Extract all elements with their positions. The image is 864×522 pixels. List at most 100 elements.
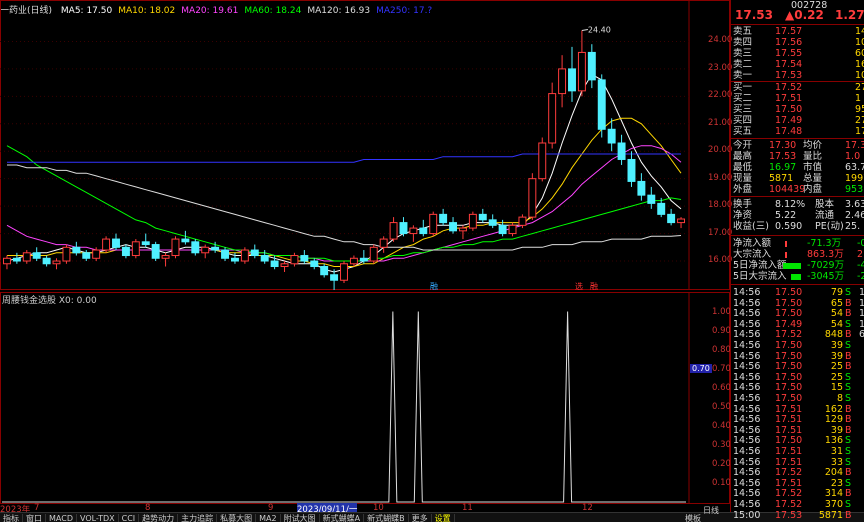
panel-divider <box>731 284 864 285</box>
candle <box>637 173 646 201</box>
candle <box>399 217 408 237</box>
candle <box>191 239 200 256</box>
template-tab[interactable]: 模板 <box>682 513 704 522</box>
panel-row: 收益(三) 0.590 PE(动) 25. <box>731 221 864 233</box>
stat-label: 内盘 <box>803 184 823 195</box>
candle <box>568 46 576 102</box>
candle <box>112 233 120 251</box>
candle <box>102 236 111 253</box>
candle <box>449 217 458 234</box>
candle <box>42 255 51 267</box>
tab-9[interactable]: 附试大图 <box>280 514 320 522</box>
candle <box>221 247 230 262</box>
flow-label: 5日大宗流入 <box>733 271 787 282</box>
indicator-title: 周腰钱金选股 X0: 0.00 <box>2 296 97 306</box>
stat-value: 104439 <box>769 184 806 195</box>
candle <box>597 74 606 138</box>
tab-11[interactable]: 新式蝴蝶B <box>364 514 409 522</box>
quote-panel: 00272817.53▲0.221.27%卖五17.5714卖四17.5610卖… <box>703 0 864 521</box>
period-tab[interactable]: 日线 <box>703 505 719 516</box>
tick-side: B <box>845 509 852 521</box>
flow-value: -3045万 <box>807 271 845 282</box>
stat-value: 0.590 <box>775 221 803 232</box>
stat-label: PE(动) <box>815 221 844 232</box>
flow-bar <box>783 263 801 269</box>
tab-2[interactable]: MACD <box>46 514 77 522</box>
candle <box>141 233 150 248</box>
tab-7[interactable]: 私募大图 <box>217 514 257 522</box>
event-mark: 融 <box>430 281 438 290</box>
tab-5[interactable]: 趋势动力 <box>139 514 179 522</box>
panel-row: 15:00 17.53 5871 B <box>731 510 864 522</box>
tab-1[interactable]: 窗口 <box>23 514 46 522</box>
panel-row: 5日大宗流入 -3045万 -2 <box>731 271 864 283</box>
indicator-chart[interactable] <box>0 292 730 504</box>
candle <box>151 241 160 262</box>
candle <box>508 222 517 237</box>
tab-13[interactable]: 设置 <box>431 514 455 522</box>
current-price: 17.53 <box>735 8 773 22</box>
flow-tail: -2 <box>857 271 864 282</box>
tab-10[interactable]: 新式蝴蝶A <box>319 514 365 522</box>
stat-value: 9531 <box>845 184 864 195</box>
candle <box>548 82 557 149</box>
stat-value: 25. <box>845 221 861 232</box>
candle <box>617 134 626 165</box>
candle <box>260 250 269 264</box>
event-mark: 融 <box>590 281 598 290</box>
candle <box>389 217 398 242</box>
candle <box>647 186 656 209</box>
panel-divider <box>731 235 864 236</box>
tab-8[interactable]: MA2 <box>256 514 281 522</box>
price-change: ▲0.22 <box>785 8 824 22</box>
candle <box>121 244 130 259</box>
candle <box>22 250 31 264</box>
panel-divider <box>731 24 864 25</box>
tick-price: 17.53 <box>775 509 803 521</box>
candle <box>62 244 71 264</box>
panel-row: 买五 17.48 17 <box>731 126 864 138</box>
tab-12[interactable]: 更多 <box>408 514 432 522</box>
tick-time: 15:00 <box>733 509 761 521</box>
tab-6[interactable]: 主力追踪 <box>178 514 218 522</box>
tab-0[interactable]: 指标 <box>0 514 23 522</box>
candle <box>250 244 259 259</box>
tab-4[interactable]: CCI <box>118 514 140 522</box>
candle <box>32 247 41 262</box>
indicator-current-value: 0.70 <box>690 363 712 373</box>
candlestick-chart[interactable]: 24.40←14.32融选融 <box>0 0 730 290</box>
tick-vol: 5871 <box>818 509 843 521</box>
indicator-axis: 1.00 0.90 0.80 0.70 0.60 0.50 0.40 0.30 0.20 0.10… <box>690 292 731 504</box>
candle <box>379 236 388 253</box>
flow-bar <box>785 241 787 247</box>
candle <box>677 217 686 229</box>
candle <box>439 208 448 226</box>
candle <box>2 255 11 270</box>
stat-label: 收益(三) <box>733 221 769 232</box>
candle <box>171 236 180 259</box>
candle <box>667 208 676 226</box>
candle <box>131 239 140 259</box>
indicator-line <box>2 311 686 503</box>
candle <box>240 247 249 264</box>
candle <box>528 173 537 220</box>
candle <box>290 252 299 267</box>
candle <box>201 244 210 259</box>
price-axis: 24.00 23.00 22.00 21.00 20.00 19.00 18.00 17.00… <box>690 0 732 290</box>
ma-line-ma250 <box>7 153 681 163</box>
bid-label: 买五 <box>733 126 753 137</box>
candle <box>340 261 348 283</box>
candle <box>429 211 438 237</box>
stat-label: 外盘 <box>733 184 753 195</box>
candle <box>280 261 289 272</box>
tab-3[interactable]: VOL-TDX <box>76 514 119 522</box>
candle <box>419 219 428 237</box>
candle <box>330 269 339 290</box>
candle <box>359 250 368 264</box>
candle <box>72 241 81 256</box>
panel-row: 17.53 ▲0.22 1.27% <box>731 9 864 25</box>
candle <box>310 258 319 270</box>
flow-bar <box>785 252 787 258</box>
candle <box>627 151 636 187</box>
candle <box>468 211 477 231</box>
